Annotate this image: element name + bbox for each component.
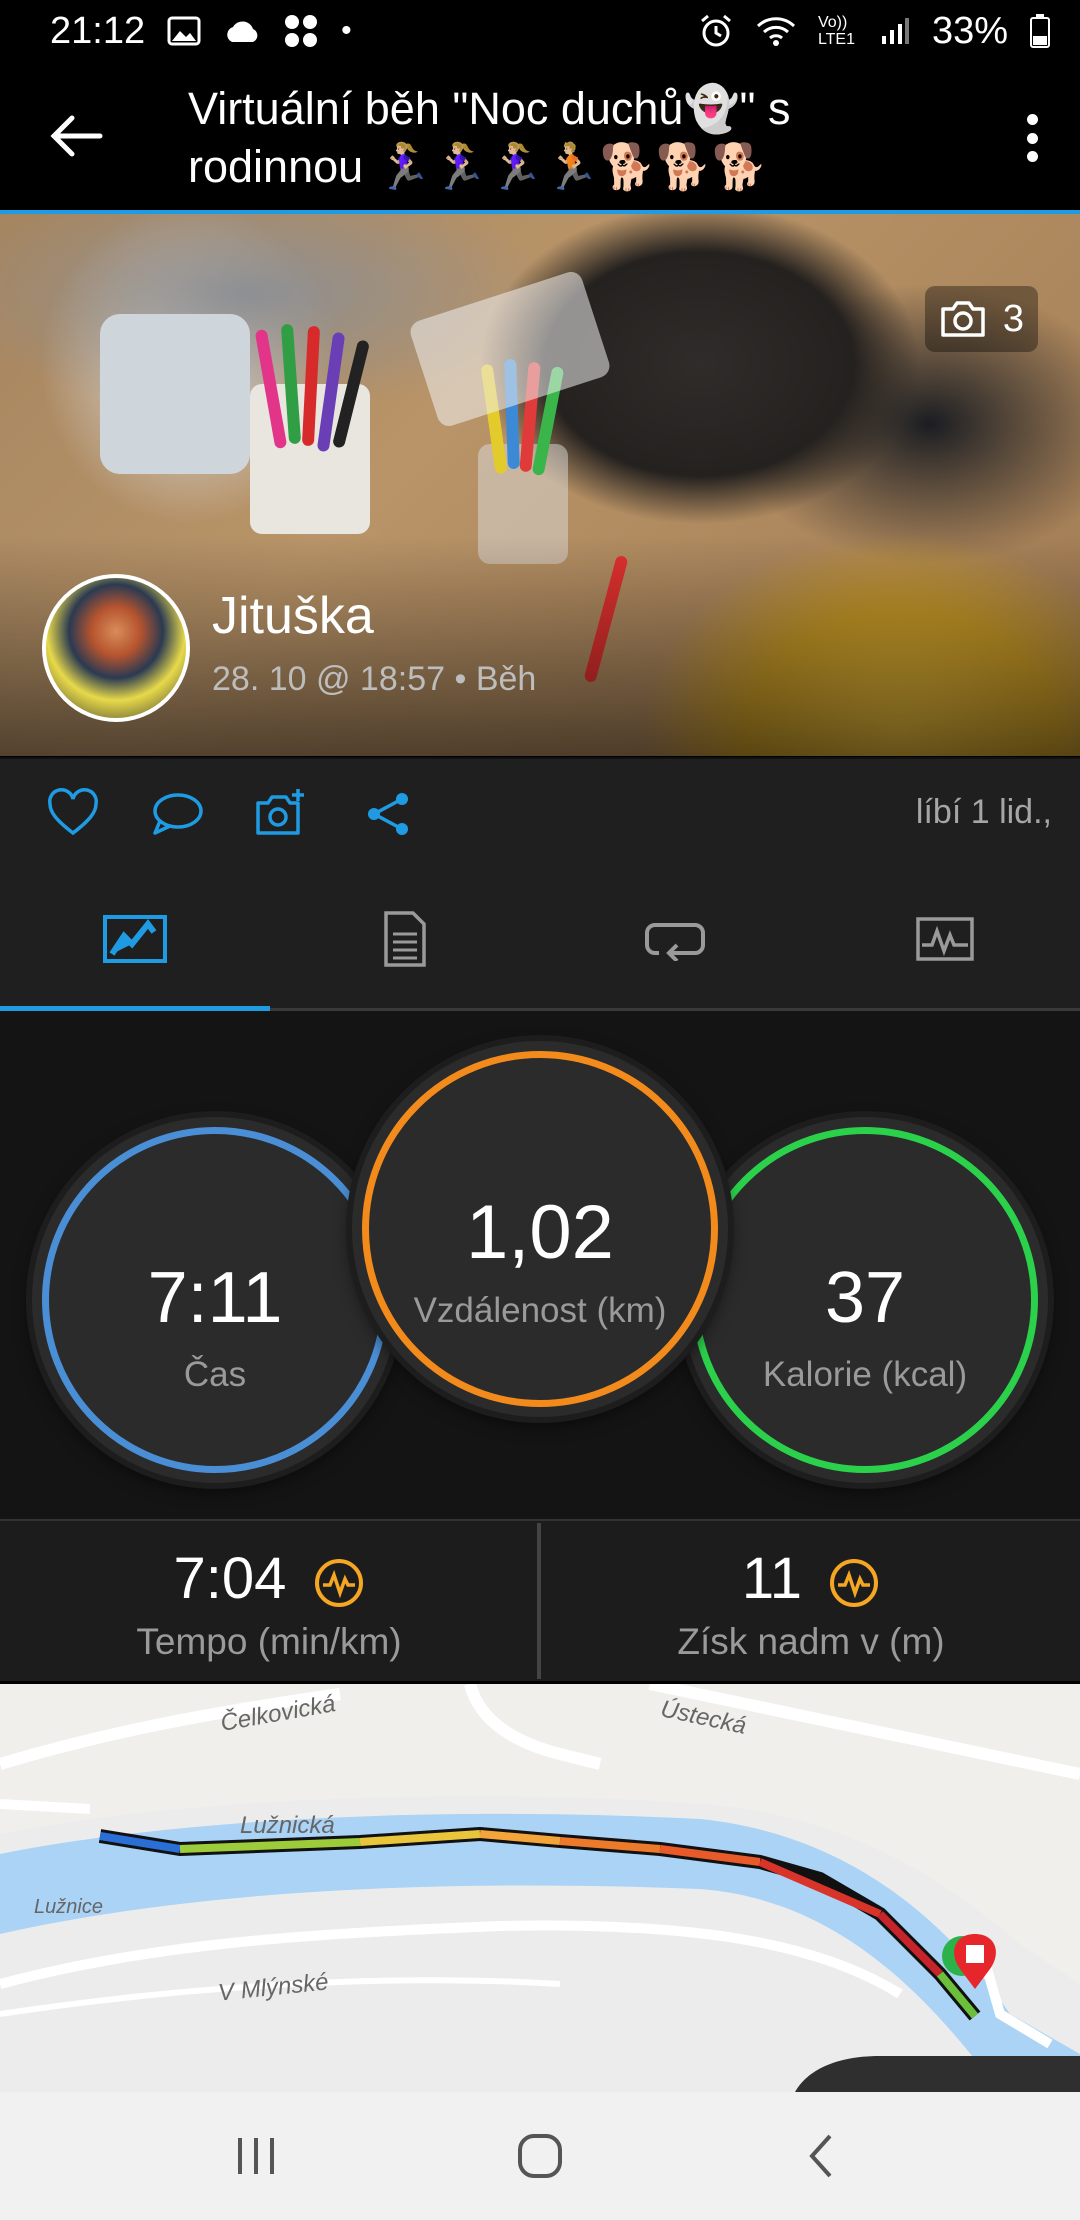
app-bar: Virtuální běh "Noc duchů👻" s rodinnou 🏃🏼… xyxy=(0,62,1080,212)
battery-percent: 33% xyxy=(931,9,1008,52)
pace-value: 7:04 xyxy=(173,1546,287,1611)
distance-label: Vzdálenost (km) xyxy=(413,1291,667,1330)
activity-date-type: 28. 10 @ 18:57 • Běh xyxy=(212,660,537,698)
activity-tabs xyxy=(0,867,1080,1011)
home-icon[interactable] xyxy=(508,2124,572,2188)
avatar[interactable] xyxy=(42,574,190,722)
social-actions-bar: líbí 1 lid., xyxy=(0,757,1080,869)
pace-metric[interactable]: 7:04 Tempo (min/km) xyxy=(0,1521,538,1681)
stats-summary: 7:11 Čas 37 Kalorie (kcal) 1,02 Vzdáleno… xyxy=(0,1011,1080,1519)
street-label-luznicka: Lužnická xyxy=(240,1812,335,1839)
signal-icon xyxy=(881,18,909,44)
camera-icon xyxy=(941,301,985,337)
photo-count: 3 xyxy=(1002,297,1024,340)
activity-title-line2: rodinnou 🏃🏼‍♀️🏃🏼‍♀️🏃🏼‍♀️🏃🏼🐕🐕🐕 xyxy=(188,141,768,192)
add-photo-icon[interactable] xyxy=(254,787,308,841)
overview-tab[interactable] xyxy=(0,867,270,1011)
share-icon[interactable] xyxy=(362,787,416,841)
elevation-chart-icon xyxy=(830,1558,879,1607)
network-type: Vo)) LTE1 xyxy=(817,14,855,48)
route-map[interactable]: Čelkovická Ústecká Lužnická Lužnice V Ml… xyxy=(0,1684,1080,2092)
alarm-icon xyxy=(700,14,731,47)
pace-chart-icon xyxy=(314,1558,363,1607)
back-arrow-icon[interactable] xyxy=(48,108,104,164)
activity-title: Virtuální běh "Noc duchů👻" s rodinnou 🏃🏼… xyxy=(188,80,908,196)
laps-tab[interactable] xyxy=(540,867,810,1011)
calories-value: 37 xyxy=(824,1258,906,1338)
recent-apps-icon[interactable] xyxy=(224,2124,288,2188)
cloud-icon xyxy=(227,21,258,42)
status-time: 21:12 xyxy=(50,9,146,52)
pace-label: Tempo (min/km) xyxy=(136,1621,402,1662)
elevation-value: 11 xyxy=(741,1546,803,1611)
photo-count-badge[interactable]: 3 xyxy=(924,286,1038,352)
map-canvas xyxy=(0,1684,1080,2092)
more-options-icon[interactable] xyxy=(1020,114,1044,162)
like-heart-icon[interactable] xyxy=(46,787,100,841)
likes-count[interactable]: líbí 1 lid., xyxy=(916,793,1052,832)
back-nav-icon[interactable] xyxy=(790,2124,854,2188)
time-circle: 7:11 Čas xyxy=(32,1117,398,1483)
comment-icon[interactable] xyxy=(150,787,204,841)
document-icon xyxy=(384,911,426,967)
metrics-divider xyxy=(537,1523,541,1679)
calories-label: Kalorie (kcal) xyxy=(762,1355,968,1394)
wifi-icon xyxy=(756,17,795,46)
battery-icon xyxy=(1030,14,1050,48)
distance-value: 1,02 xyxy=(466,1190,614,1275)
heartbeat-chart-icon xyxy=(916,917,974,961)
android-nav-bar xyxy=(0,2092,1080,2220)
activity-title-line1: Virtuální běh "Noc duchů👻" s xyxy=(188,83,791,134)
time-label: Čas xyxy=(183,1355,247,1394)
time-value: 7:11 xyxy=(147,1258,283,1338)
image-icon xyxy=(167,16,201,46)
distance-circle: 1,02 Vzdálenost (km) xyxy=(352,1041,728,1417)
elevation-metric[interactable]: 11 Získ nadm v (m) xyxy=(542,1521,1080,1681)
user-name[interactable]: Jituška xyxy=(212,586,374,646)
apps-icon xyxy=(285,15,318,47)
laps-loop-icon xyxy=(645,923,705,961)
details-tab[interactable] xyxy=(270,867,540,1011)
overview-chart-icon xyxy=(103,915,167,963)
status-dot: • xyxy=(341,14,352,47)
activity-photo[interactable]: 3 Jituška 28. 10 @ 18:57 • Běh xyxy=(0,214,1080,756)
elevation-label: Získ nadm v (m) xyxy=(677,1621,945,1662)
river-label-luznice: Lužnice xyxy=(34,1896,103,1918)
charts-tab[interactable] xyxy=(810,867,1080,1011)
status-bar: 21:12 • Vo)) LTE1 33% xyxy=(0,0,1080,62)
calories-circle: 37 Kalorie (kcal) xyxy=(682,1117,1048,1483)
